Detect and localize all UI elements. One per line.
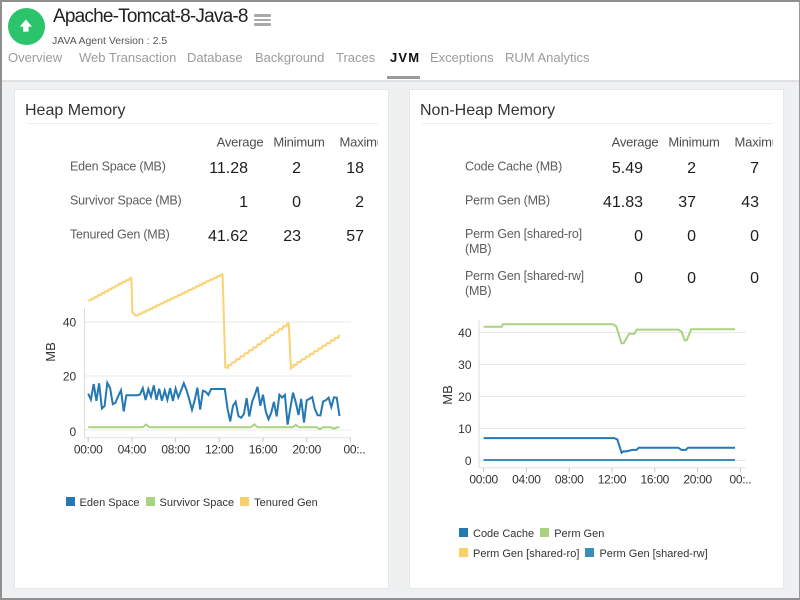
svg-text:16:00: 16:00 (641, 473, 670, 487)
svg-text:08:00: 08:00 (555, 473, 584, 487)
svg-text:0: 0 (465, 454, 472, 468)
svg-text:00:00: 00:00 (469, 473, 498, 487)
svg-text:16:00: 16:00 (249, 443, 278, 457)
svg-text:20:00: 20:00 (683, 473, 712, 487)
svg-text:MB: MB (440, 385, 455, 405)
svg-text:10: 10 (458, 422, 472, 436)
svg-text:30: 30 (458, 358, 472, 372)
svg-text:08:00: 08:00 (161, 443, 190, 457)
svg-text:04:00: 04:00 (118, 443, 147, 457)
svg-text:0: 0 (70, 425, 77, 439)
svg-text:04:00: 04:00 (512, 473, 541, 487)
svg-text:40: 40 (458, 326, 472, 340)
svg-text:00:00: 00:00 (74, 443, 103, 457)
svg-text:40: 40 (63, 315, 77, 329)
svg-text:00:..: 00:.. (729, 473, 751, 487)
svg-text:MB: MB (43, 342, 58, 362)
svg-text:12:00: 12:00 (205, 443, 234, 457)
svg-text:20: 20 (63, 369, 77, 383)
svg-text:20:00: 20:00 (292, 443, 321, 457)
svg-text:12:00: 12:00 (598, 473, 627, 487)
svg-text:00:..: 00:.. (343, 443, 365, 457)
svg-text:20: 20 (458, 390, 472, 404)
